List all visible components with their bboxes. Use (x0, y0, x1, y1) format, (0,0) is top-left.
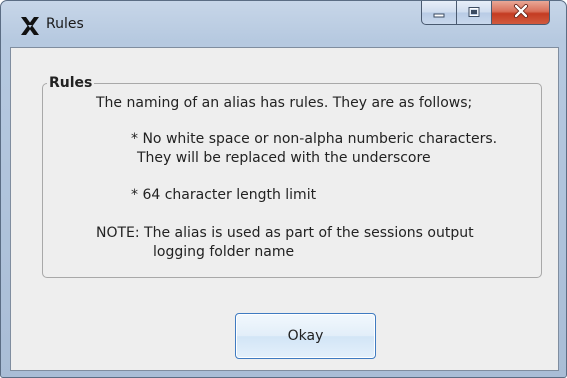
okay-button[interactable]: Okay (235, 313, 376, 359)
rule-no-whitespace-text: * No white space or non-alpha numberic c… (131, 131, 498, 147)
rule-underscore-text: They will be replaced with the underscor… (137, 150, 431, 166)
maximize-icon (467, 3, 481, 22)
minimize-button[interactable] (421, 1, 457, 25)
maximize-button[interactable] (457, 1, 492, 25)
note-text: NOTE: The alias is used as part of the s… (96, 225, 474, 241)
x-window-system-icon (19, 15, 41, 37)
dialog-content: Rules The naming of an alias has rules. … (10, 47, 559, 371)
window-title: Rules (46, 16, 84, 32)
note-continuation-text: logging folder name (153, 244, 295, 260)
minimize-icon (432, 3, 446, 22)
rules-intro-text: The naming of an alias has rules. They a… (96, 95, 473, 111)
close-icon (513, 3, 529, 22)
close-button[interactable] (492, 1, 550, 25)
title-bar[interactable]: Rules (1, 1, 566, 47)
dialog-window: Rules Rules The naming of an alias has r… (0, 0, 567, 378)
rules-group-legend: Rules (47, 75, 95, 91)
rule-length-limit-text: * 64 character length limit (131, 187, 317, 203)
window-controls (421, 1, 556, 27)
rules-groupbox: Rules The naming of an alias has rules. … (42, 75, 542, 278)
